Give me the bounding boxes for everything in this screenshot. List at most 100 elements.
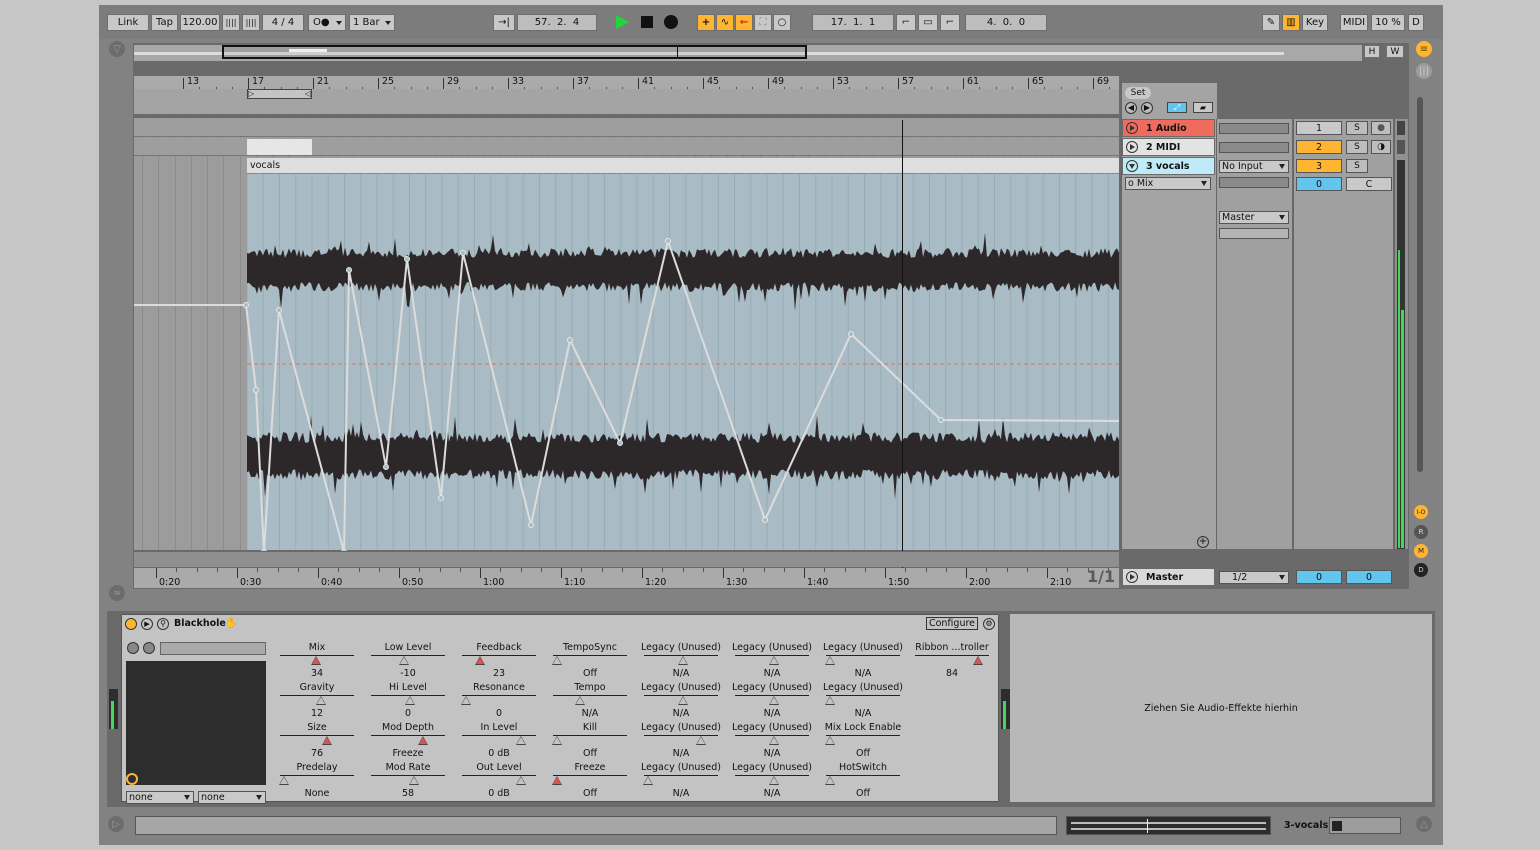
io-toggle-icon[interactable]: I-O [1414, 505, 1428, 519]
preset-load-icon[interactable] [143, 642, 155, 654]
overdub-icon[interactable]: + [697, 14, 715, 31]
link-button[interactable]: Link [107, 14, 149, 31]
punch-out-icon[interactable]: ⌐ [940, 14, 960, 31]
input-slot[interactable] [1219, 123, 1289, 134]
loop-start-field[interactable]: 17. 1. 1 [812, 14, 894, 31]
track-header-midi[interactable]: 2 MIDI [1122, 138, 1215, 156]
param-slider-handle[interactable] [552, 656, 562, 665]
arm-icon[interactable]: ◑ [1371, 140, 1391, 154]
overview-viewport[interactable] [222, 45, 807, 59]
nudge-down-icon[interactable]: |||| [222, 14, 240, 31]
track-number-1[interactable]: 1 [1296, 121, 1342, 135]
nudge-up-icon[interactable]: |||| [242, 14, 260, 31]
param-temposync[interactable]: TempoSync Off [549, 642, 631, 680]
returns-toggle-icon[interactable]: R [1414, 525, 1428, 539]
param-slider-handle[interactable] [695, 736, 706, 745]
param-mix[interactable]: Mix 34 [276, 642, 358, 680]
solo-button[interactable]: S [1346, 159, 1368, 173]
param-slider-handle[interactable] [461, 696, 471, 705]
param-slider-handle[interactable] [678, 696, 688, 705]
vertical-scrollbar[interactable] [1417, 97, 1423, 472]
time-ruler[interactable]: 0:20 0:30 0:40 0:50 1:00 1:10 1:20 1:30 1:40 1:50… [134, 568, 1119, 588]
overview-strip[interactable] [134, 45, 1362, 61]
configure-button[interactable]: Configure [926, 617, 978, 630]
key-map-button[interactable]: Key [1302, 14, 1328, 31]
param-feedback[interactable]: Feedback 23 [458, 642, 540, 680]
param-slider-handle[interactable] [515, 736, 526, 745]
solo-button[interactable]: S [1346, 140, 1368, 154]
master-volume[interactable]: 0 [1296, 570, 1342, 584]
arrangement-view-icon[interactable]: ≡ [1416, 41, 1432, 57]
param-legacy-unused[interactable]: Legacy (Unused) N/A [822, 682, 904, 720]
output-channel-select[interactable] [1219, 228, 1289, 239]
loop-length-field[interactable]: 4. 0. 0 [965, 14, 1047, 31]
track-number-2[interactable]: 2 [1296, 140, 1342, 154]
loop-brace-row[interactable]: ▷ ◁ [134, 89, 1119, 114]
tempo-field[interactable]: 120.00 [180, 14, 220, 31]
automation-arm-icon[interactable]: ∿ [716, 14, 734, 31]
device-menu-icon[interactable]: ⚙ [983, 618, 995, 630]
quantize-menu[interactable]: 1 Bar [349, 14, 395, 31]
loop-brace[interactable]: ▷ ◁ [247, 89, 312, 99]
device-power-icon[interactable] [125, 618, 137, 630]
param-slider-handle[interactable] [769, 656, 779, 665]
arrow-right-icon[interactable]: ▶ [1141, 102, 1153, 114]
param-mix-lock-enable[interactable]: Mix Lock Enable Off [822, 722, 904, 760]
param-slider-handle[interactable] [552, 776, 562, 785]
monitor-select[interactable]: o Mix [1125, 177, 1211, 190]
effects-drop-zone[interactable]: Ziehen Sie Audio-Effekte hierhin [1010, 614, 1432, 802]
draw-mode-icon[interactable]: ✎ [1262, 14, 1280, 31]
master-track-header[interactable]: Master [1122, 568, 1215, 586]
param-slider-handle[interactable] [409, 776, 420, 785]
master-play-icon[interactable] [1126, 571, 1138, 583]
param-in-level[interactable]: In Level 0 dB [458, 722, 540, 760]
param-legacy-unused[interactable]: Legacy (Unused) N/A [640, 722, 722, 760]
param-mod-rate[interactable]: Mod Rate 58 [367, 762, 449, 800]
stop-icon[interactable] [641, 16, 653, 28]
metronome-button[interactable]: O● [308, 14, 346, 31]
param-kill[interactable]: Kill Off [549, 722, 631, 760]
param-slider-handle[interactable] [825, 776, 835, 785]
param-predelay[interactable]: Predelay None [276, 762, 358, 800]
preset-save-icon[interactable] [127, 642, 139, 654]
param-gravity[interactable]: Gravity 12 [276, 682, 358, 720]
expand-icon[interactable]: ⤢ [1167, 102, 1187, 113]
session-record-icon[interactable]: ○ [773, 14, 791, 31]
param-slider-handle[interactable] [769, 736, 779, 745]
lock-icon[interactable]: ▰ [1193, 102, 1213, 113]
fit-width-button[interactable]: W [1386, 45, 1404, 58]
time-signature-field[interactable]: 4 / 4 [262, 14, 304, 31]
xy-x-select[interactable]: none [126, 791, 194, 804]
param-hotswitch[interactable]: HotSwitch Off [822, 762, 904, 800]
param-slider-handle[interactable] [643, 776, 653, 785]
track-fold-icon[interactable] [1126, 160, 1138, 172]
session-view-icon[interactable]: ||| [1416, 63, 1432, 79]
capture-icon[interactable]: ⛶ [754, 14, 772, 31]
master-pan[interactable]: 0 [1346, 570, 1392, 584]
param-low-level[interactable]: Low Level -10 [367, 642, 449, 680]
delay-toggle-icon[interactable]: D [1414, 563, 1428, 577]
input-slot[interactable] [1219, 142, 1289, 153]
param-slider-handle[interactable] [322, 736, 333, 745]
xy-y-select[interactable]: none [198, 791, 266, 804]
param-slider-handle[interactable] [769, 696, 779, 705]
param-legacy-unused[interactable]: Legacy (Unused) N/A [640, 642, 722, 680]
param-slider-handle[interactable] [825, 656, 835, 665]
set-button[interactable]: Set [1125, 87, 1151, 99]
param-out-level[interactable]: Out Level 0 dB [458, 762, 540, 800]
param-slider-handle[interactable] [825, 696, 835, 705]
param-legacy-unused[interactable]: Legacy (Unused) N/A [731, 762, 813, 800]
param-tempo[interactable]: Tempo N/A [549, 682, 631, 720]
follow-icon[interactable]: →| [493, 14, 515, 31]
param-slider-handle[interactable] [475, 656, 485, 665]
param-slider-handle[interactable] [279, 776, 289, 785]
device-hotswap-icon[interactable]: ⚲ [157, 618, 169, 630]
param-resonance[interactable]: Resonance 0 [458, 682, 540, 720]
computer-keyboard-icon[interactable]: ▥ [1282, 14, 1300, 31]
param-legacy-unused[interactable]: Legacy (Unused) N/A [640, 762, 722, 800]
back-to-arrangement-icon[interactable]: ← [735, 14, 753, 31]
param-mod-depth[interactable]: Mod Depth Freeze [367, 722, 449, 760]
param-legacy-unused[interactable]: Legacy (Unused) N/A [731, 642, 813, 680]
param-legacy-unused[interactable]: Legacy (Unused) N/A [731, 682, 813, 720]
arrangement-toggle-icon[interactable]: ▽ [109, 41, 125, 57]
